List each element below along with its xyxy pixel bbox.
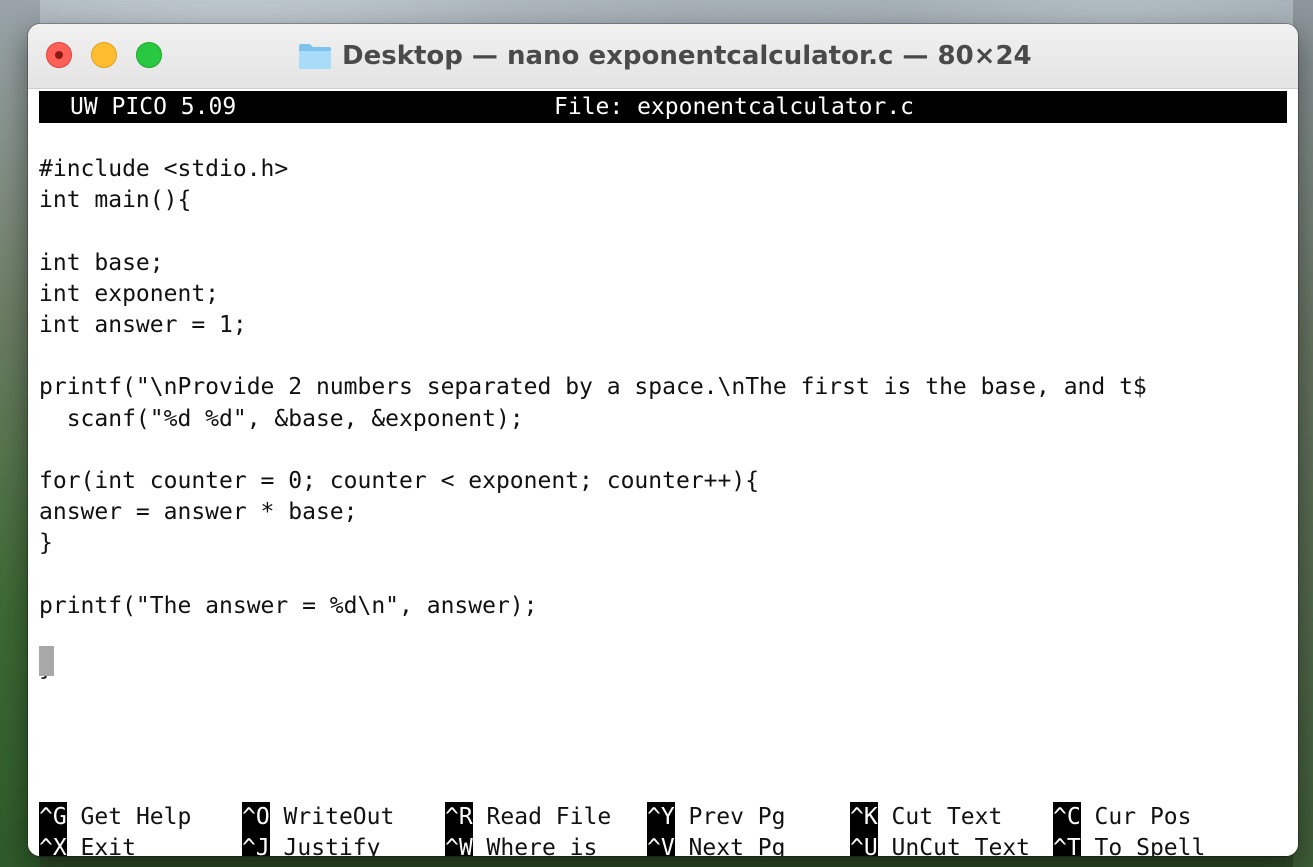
text-cursor	[39, 646, 54, 676]
close-button[interactable]	[46, 42, 72, 68]
zoom-button[interactable]	[136, 42, 162, 68]
shortcut-label: Justify	[269, 835, 381, 856]
shortcut-exit[interactable]: ^X Exit	[39, 833, 136, 856]
shortcut-key: ^Y	[647, 802, 675, 833]
terminal-window: Desktop — nano exponentcalculator.c — 80…	[28, 24, 1298, 856]
shortcut-key: ^G	[39, 802, 67, 833]
shortcut-key: ^O	[242, 802, 270, 833]
editor-header: UW PICO 5.09 File: exponentcalculator.c	[39, 91, 1287, 123]
shortcut-label: To Spell	[1080, 835, 1206, 856]
shortcut-label: Cur Pos	[1080, 804, 1192, 830]
shortcut-read-file[interactable]: ^R Read File	[445, 802, 611, 833]
close-icon	[55, 51, 63, 59]
shortcut-key: ^C	[1053, 802, 1081, 833]
editor-file-name: File: exponentcalculator.c	[554, 94, 915, 120]
shortcut-key: ^R	[445, 802, 473, 833]
shortcut-key: ^X	[39, 833, 67, 856]
shortcut-next-page[interactable]: ^V Next Pg	[647, 833, 785, 856]
shortcut-where-is[interactable]: ^W Where is	[445, 833, 597, 856]
shortcut-label: Exit	[66, 835, 136, 856]
shortcut-cut-text[interactable]: ^K Cut Text	[850, 802, 1002, 833]
terminal-content[interactable]: UW PICO 5.09 File: exponentcalculator.c …	[28, 89, 1298, 856]
shortcut-key: ^U	[850, 833, 878, 856]
shortcut-label: Cut Text	[877, 804, 1003, 830]
shortcut-uncut-text[interactable]: ^U UnCut Text	[850, 833, 1030, 856]
shortcut-key: ^T	[1053, 833, 1081, 856]
minimize-button[interactable]	[91, 42, 117, 68]
window-title-group: Desktop — nano exponentcalculator.c — 80…	[298, 38, 1032, 74]
shortcut-key: ^W	[445, 833, 473, 856]
shortcut-label: Where is	[472, 835, 598, 856]
shortcut-label: Read File	[472, 804, 612, 830]
shortcut-label: Prev Pg	[674, 804, 786, 830]
shortcut-key: ^K	[850, 802, 878, 833]
editor-version: UW PICO 5.09	[70, 94, 237, 120]
shortcut-label: Get Help	[66, 804, 192, 830]
shortcut-label: WriteOut	[269, 804, 395, 830]
title-bar[interactable]: Desktop — nano exponentcalculator.c — 80…	[28, 24, 1298, 89]
shortcut-writeout[interactable]: ^O WriteOut	[242, 802, 394, 833]
folder-icon	[299, 44, 331, 69]
shortcut-label: Next Pg	[674, 835, 786, 856]
shortcut-to-spell[interactable]: ^T To Spell	[1053, 833, 1205, 856]
shortcut-prev-page[interactable]: ^Y Prev Pg	[647, 802, 785, 833]
shortcut-get-help[interactable]: ^G Get Help	[39, 802, 191, 833]
shortcut-justify[interactable]: ^J Justify	[242, 833, 380, 856]
shortcut-bar: ^G Get Help ^O WriteOut ^R Read File ^Y …	[39, 802, 1298, 856]
shortcut-key: ^J	[242, 833, 270, 856]
shortcut-cur-pos[interactable]: ^C Cur Pos	[1053, 802, 1191, 833]
window-title: Desktop — nano exponentcalculator.c — 80…	[342, 41, 1032, 71]
shortcut-key: ^V	[647, 833, 675, 856]
code-editor-text[interactable]: #include <stdio.h> int main(){ int base;…	[39, 154, 1147, 684]
shortcut-label: UnCut Text	[877, 835, 1031, 856]
